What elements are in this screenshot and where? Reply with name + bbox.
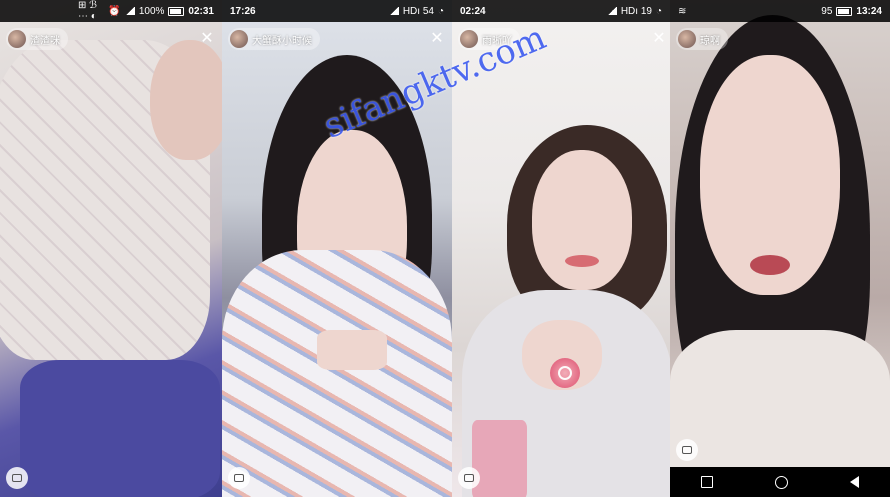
status-time: 02:24 (460, 5, 486, 17)
close-icon[interactable]: ✕ (650, 30, 668, 48)
battery-icon (168, 6, 185, 16)
status-time: 17:26 (230, 5, 256, 17)
battery-level: 95 (821, 5, 833, 17)
chat-icon[interactable] (676, 439, 698, 461)
stream-panel-4[interactable]: ≋ 95 13:24 琼啊 (670, 0, 890, 497)
user-name: 大蟹酥小时候 (252, 35, 312, 47)
close-icon[interactable]: ✕ (198, 30, 216, 48)
status-bar: 17:26 HDı 54 ◔ (222, 0, 452, 22)
network-status: HDı 19 (620, 5, 652, 17)
signal-icon (606, 7, 617, 15)
recent-apps-icon[interactable] (701, 476, 713, 488)
signal-icon (388, 7, 399, 15)
user-name: 渣渣咪 (30, 35, 60, 47)
status-bar: 02:24 HDı 19 ◔ (452, 0, 670, 22)
avatar (678, 30, 696, 48)
user-name: 琼啊 (700, 35, 720, 47)
stream-video-1 (0, 0, 222, 497)
home-icon[interactable] (775, 475, 788, 489)
status-left-icons: ⊞ ℬ ⋯ ◐ (78, 0, 98, 22)
user-chip[interactable]: 琼啊 (676, 28, 728, 50)
battery-percent: 100% (138, 5, 165, 17)
user-chip[interactable]: 渣渣咪 (6, 28, 68, 50)
system-nav-bar (670, 467, 890, 497)
user-chip[interactable]: 大蟹酥小时候 (228, 28, 320, 50)
network-status: HDı 54 (402, 5, 434, 17)
status-time: 02:31 (188, 5, 214, 17)
avatar (230, 30, 248, 48)
stream-panel-1[interactable]: ⊞ ℬ ⋯ ◐ ⏰ 100% 02:31 渣渣咪 ✕ (0, 0, 222, 497)
alarm-icon: ⏰ (108, 5, 121, 17)
chat-icon[interactable] (228, 467, 250, 489)
wifi-icon: ≋ (678, 5, 687, 17)
battery-icon (836, 6, 853, 16)
close-icon[interactable]: ✕ (428, 30, 446, 48)
back-icon[interactable] (850, 476, 859, 488)
status-time: 13:24 (856, 5, 882, 17)
stream-video-4 (670, 0, 890, 497)
status-bar: ⊞ ℬ ⋯ ◐ ⏰ 100% 02:31 (0, 0, 222, 22)
loading-icon: ◔ (655, 5, 662, 17)
chat-icon[interactable] (6, 467, 28, 489)
status-bar: ≋ 95 13:24 (670, 0, 890, 22)
chat-icon[interactable] (458, 467, 480, 489)
avatar (8, 30, 26, 48)
loading-icon: ◔ (437, 5, 444, 17)
heart-gift-icon (550, 358, 580, 388)
signal-icon (124, 7, 135, 15)
